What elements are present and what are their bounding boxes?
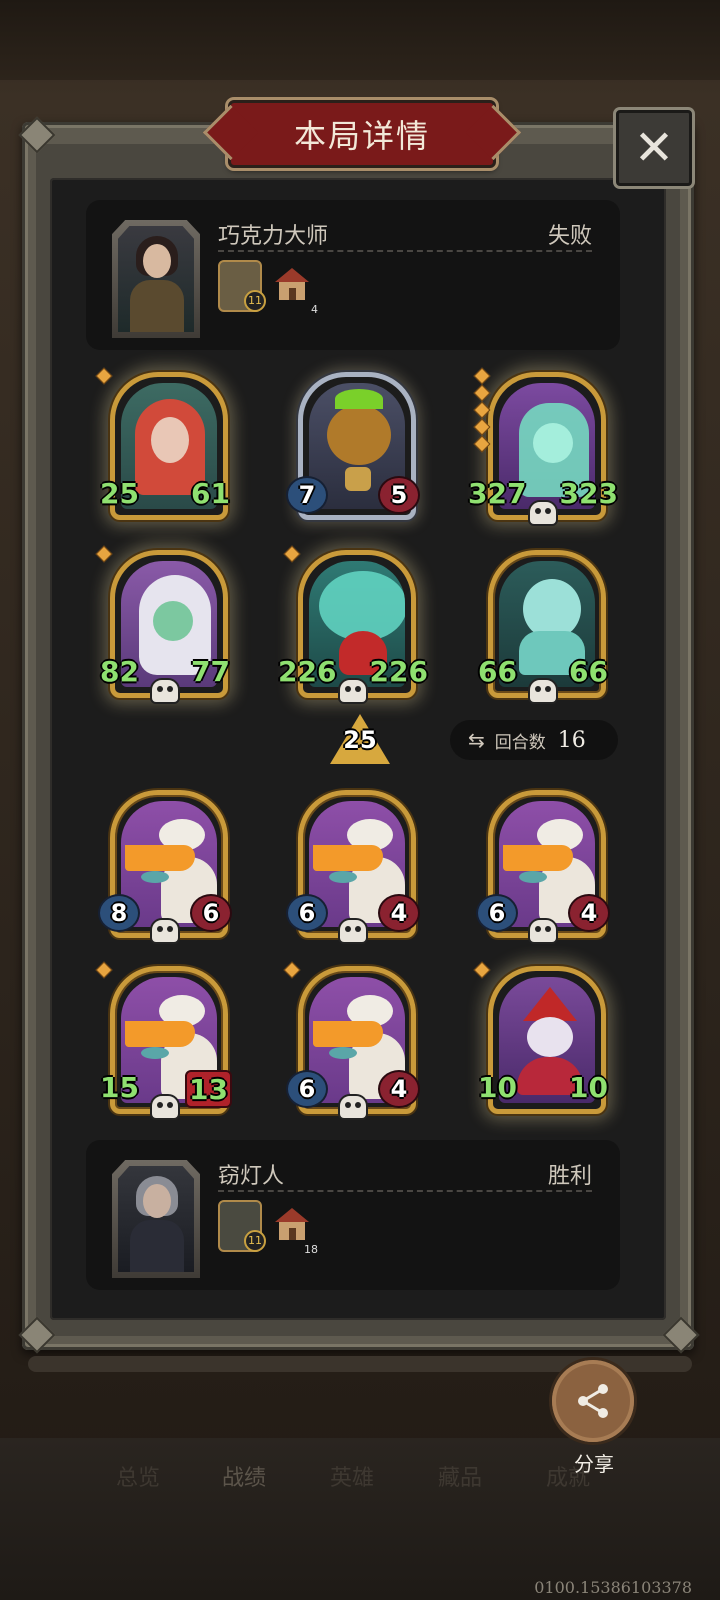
tab-collection[interactable]: 藏品 — [438, 1460, 482, 1492]
unit-attack: 10 — [478, 1070, 517, 1104]
skull-icon — [338, 678, 368, 704]
player-unit-card[interactable]: 10 10 — [473, 960, 608, 1120]
title-plate: 本局详情 — [228, 100, 496, 168]
house-icon[interactable]: 18 — [272, 1200, 318, 1256]
skull-icon — [528, 678, 558, 704]
opponent-player-box: 巧克力大师 失败 11 4 — [86, 200, 620, 350]
enemy-unit-card[interactable]: 82 77 — [95, 544, 230, 704]
unit-health: 4 — [378, 894, 420, 932]
hero-tier-icon[interactable]: 11 — [218, 1200, 266, 1252]
player-unit-card[interactable]: 15 13 — [95, 960, 232, 1120]
tab-overview[interactable]: 总览 — [116, 1460, 160, 1492]
tier-badge: 11 — [244, 290, 266, 312]
tab-heroes[interactable]: 英雄 — [330, 1460, 374, 1492]
player-unit-card[interactable]: 6 4 — [286, 784, 420, 944]
house-icon[interactable]: 4 — [272, 260, 318, 316]
unit-attack: 82 — [100, 654, 139, 688]
house-count: 4 — [311, 303, 318, 316]
tier-badge: 11 — [244, 1230, 266, 1252]
unit-health: 13 — [185, 1070, 232, 1108]
unit-health: 5 — [378, 476, 420, 514]
page-title: 本局详情 — [293, 117, 430, 155]
close-icon: ✕ — [633, 120, 675, 176]
unit-health: 226 — [369, 654, 428, 688]
own-player-box: 窃灯人 胜利 11 18 — [86, 1140, 620, 1290]
player-unit-card[interactable]: 6 4 — [476, 784, 610, 944]
unit-attack: 6 — [476, 894, 518, 932]
build-id: 0100.15386103378 — [534, 1578, 692, 1597]
unit-health: 4 — [378, 1070, 420, 1108]
house-count: 18 — [304, 1243, 318, 1256]
player-unit-card[interactable]: 6 4 — [283, 960, 420, 1120]
close-button[interactable]: ✕ — [616, 110, 692, 186]
enemy-unit-card[interactable]: 327 323 — [468, 366, 618, 526]
unit-attack: 25 — [100, 476, 139, 510]
skull-icon — [150, 918, 180, 944]
skull-icon — [338, 918, 368, 944]
unit-health: 4 — [568, 894, 610, 932]
enemy-unit-card[interactable]: 226 226 — [278, 544, 428, 704]
own-name: 窃灯人 — [218, 1164, 285, 1189]
unit-attack: 66 — [478, 654, 517, 688]
unit-health: 323 — [559, 476, 618, 510]
own-avatar[interactable] — [112, 1160, 200, 1278]
level-up-arrow: 25 — [330, 714, 390, 766]
turn-value: 16 — [557, 727, 586, 753]
player-unit-card[interactable]: 8 6 — [98, 784, 232, 944]
unit-health: 77 — [191, 654, 230, 688]
unit-attack: 327 — [468, 476, 527, 510]
tab-records[interactable]: 战绩 — [222, 1460, 266, 1492]
unit-health: 66 — [569, 654, 608, 688]
own-result: 胜利 — [547, 1164, 592, 1189]
skull-icon — [150, 678, 180, 704]
turn-label: 回合数 — [494, 732, 546, 753]
share-button[interactable] — [552, 1360, 634, 1442]
skull-icon — [150, 1094, 180, 1120]
share-label: 分享 — [574, 1452, 614, 1476]
unit-health: 10 — [569, 1070, 608, 1104]
turn-counter: ⇆ 回合数 16 — [450, 720, 618, 760]
enemy-unit-card[interactable]: 25 61 — [95, 366, 230, 526]
unit-attack: 15 — [100, 1070, 139, 1104]
enemy-unit-card[interactable]: 66 66 — [478, 544, 608, 704]
enemy-unit-card[interactable]: 7 5 — [286, 366, 420, 526]
unit-attack: 6 — [286, 1070, 328, 1108]
unit-attack: 226 — [278, 654, 337, 688]
unit-attack: 6 — [286, 894, 328, 932]
repeat-icon: ⇆ — [468, 728, 485, 752]
top-strip — [0, 0, 720, 80]
share-icon — [578, 1384, 608, 1418]
opponent-avatar[interactable] — [112, 220, 200, 338]
unit-attack: 8 — [98, 894, 140, 932]
unit-health: 6 — [190, 894, 232, 932]
unit-attack: 7 — [286, 476, 328, 514]
opponent-name: 巧克力大师 — [218, 224, 329, 249]
level-number: 25 — [343, 726, 377, 754]
hero-tier-icon[interactable]: 11 — [218, 260, 266, 312]
unit-health: 61 — [191, 476, 230, 510]
skull-icon — [528, 500, 558, 526]
skull-icon — [338, 1094, 368, 1120]
opponent-result: 失败 — [547, 224, 592, 249]
divider — [218, 250, 592, 252]
divider — [218, 1190, 592, 1192]
skull-icon — [528, 918, 558, 944]
